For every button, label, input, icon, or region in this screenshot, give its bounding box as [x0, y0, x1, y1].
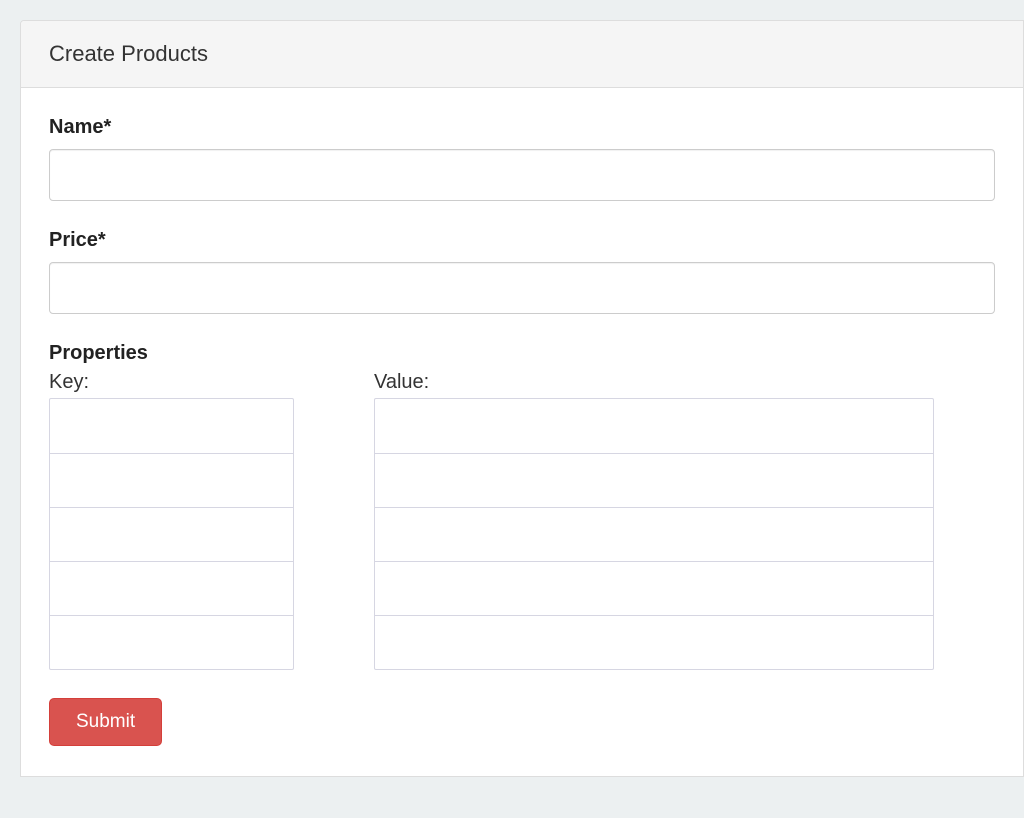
- properties-section: Properties Key: Value:: [49, 342, 995, 670]
- submit-row: Submit: [49, 698, 995, 746]
- property-key-input[interactable]: [50, 561, 293, 615]
- price-field-group: Price*: [49, 229, 995, 314]
- page: Create Products Name* Price* Properties …: [0, 0, 1024, 777]
- panel-body: Name* Price* Properties Key:: [21, 88, 1023, 776]
- properties-value-column: Value:: [374, 371, 934, 670]
- price-input[interactable]: [49, 262, 995, 314]
- property-value-input[interactable]: [375, 561, 933, 615]
- name-label: Name*: [49, 116, 995, 139]
- property-key-input[interactable]: [50, 399, 293, 453]
- property-value-input[interactable]: [375, 507, 933, 561]
- submit-button[interactable]: Submit: [49, 698, 162, 746]
- create-products-panel: Create Products Name* Price* Properties …: [20, 20, 1024, 777]
- properties-columns: Key: Value:: [49, 371, 995, 670]
- property-key-input[interactable]: [50, 615, 293, 669]
- property-key-input[interactable]: [50, 453, 293, 507]
- name-field-group: Name*: [49, 116, 995, 201]
- property-value-input[interactable]: [375, 399, 933, 453]
- name-input[interactable]: [49, 149, 995, 201]
- properties-key-stack: [49, 398, 294, 670]
- properties-key-header: Key:: [49, 371, 294, 394]
- panel-title: Create Products: [21, 21, 1023, 88]
- price-label: Price*: [49, 229, 995, 252]
- properties-label: Properties: [49, 342, 995, 365]
- property-value-input[interactable]: [375, 453, 933, 507]
- property-key-input[interactable]: [50, 507, 293, 561]
- property-value-input[interactable]: [375, 615, 933, 669]
- properties-value-stack: [374, 398, 934, 670]
- properties-value-header: Value:: [374, 371, 934, 394]
- properties-key-column: Key:: [49, 371, 294, 670]
